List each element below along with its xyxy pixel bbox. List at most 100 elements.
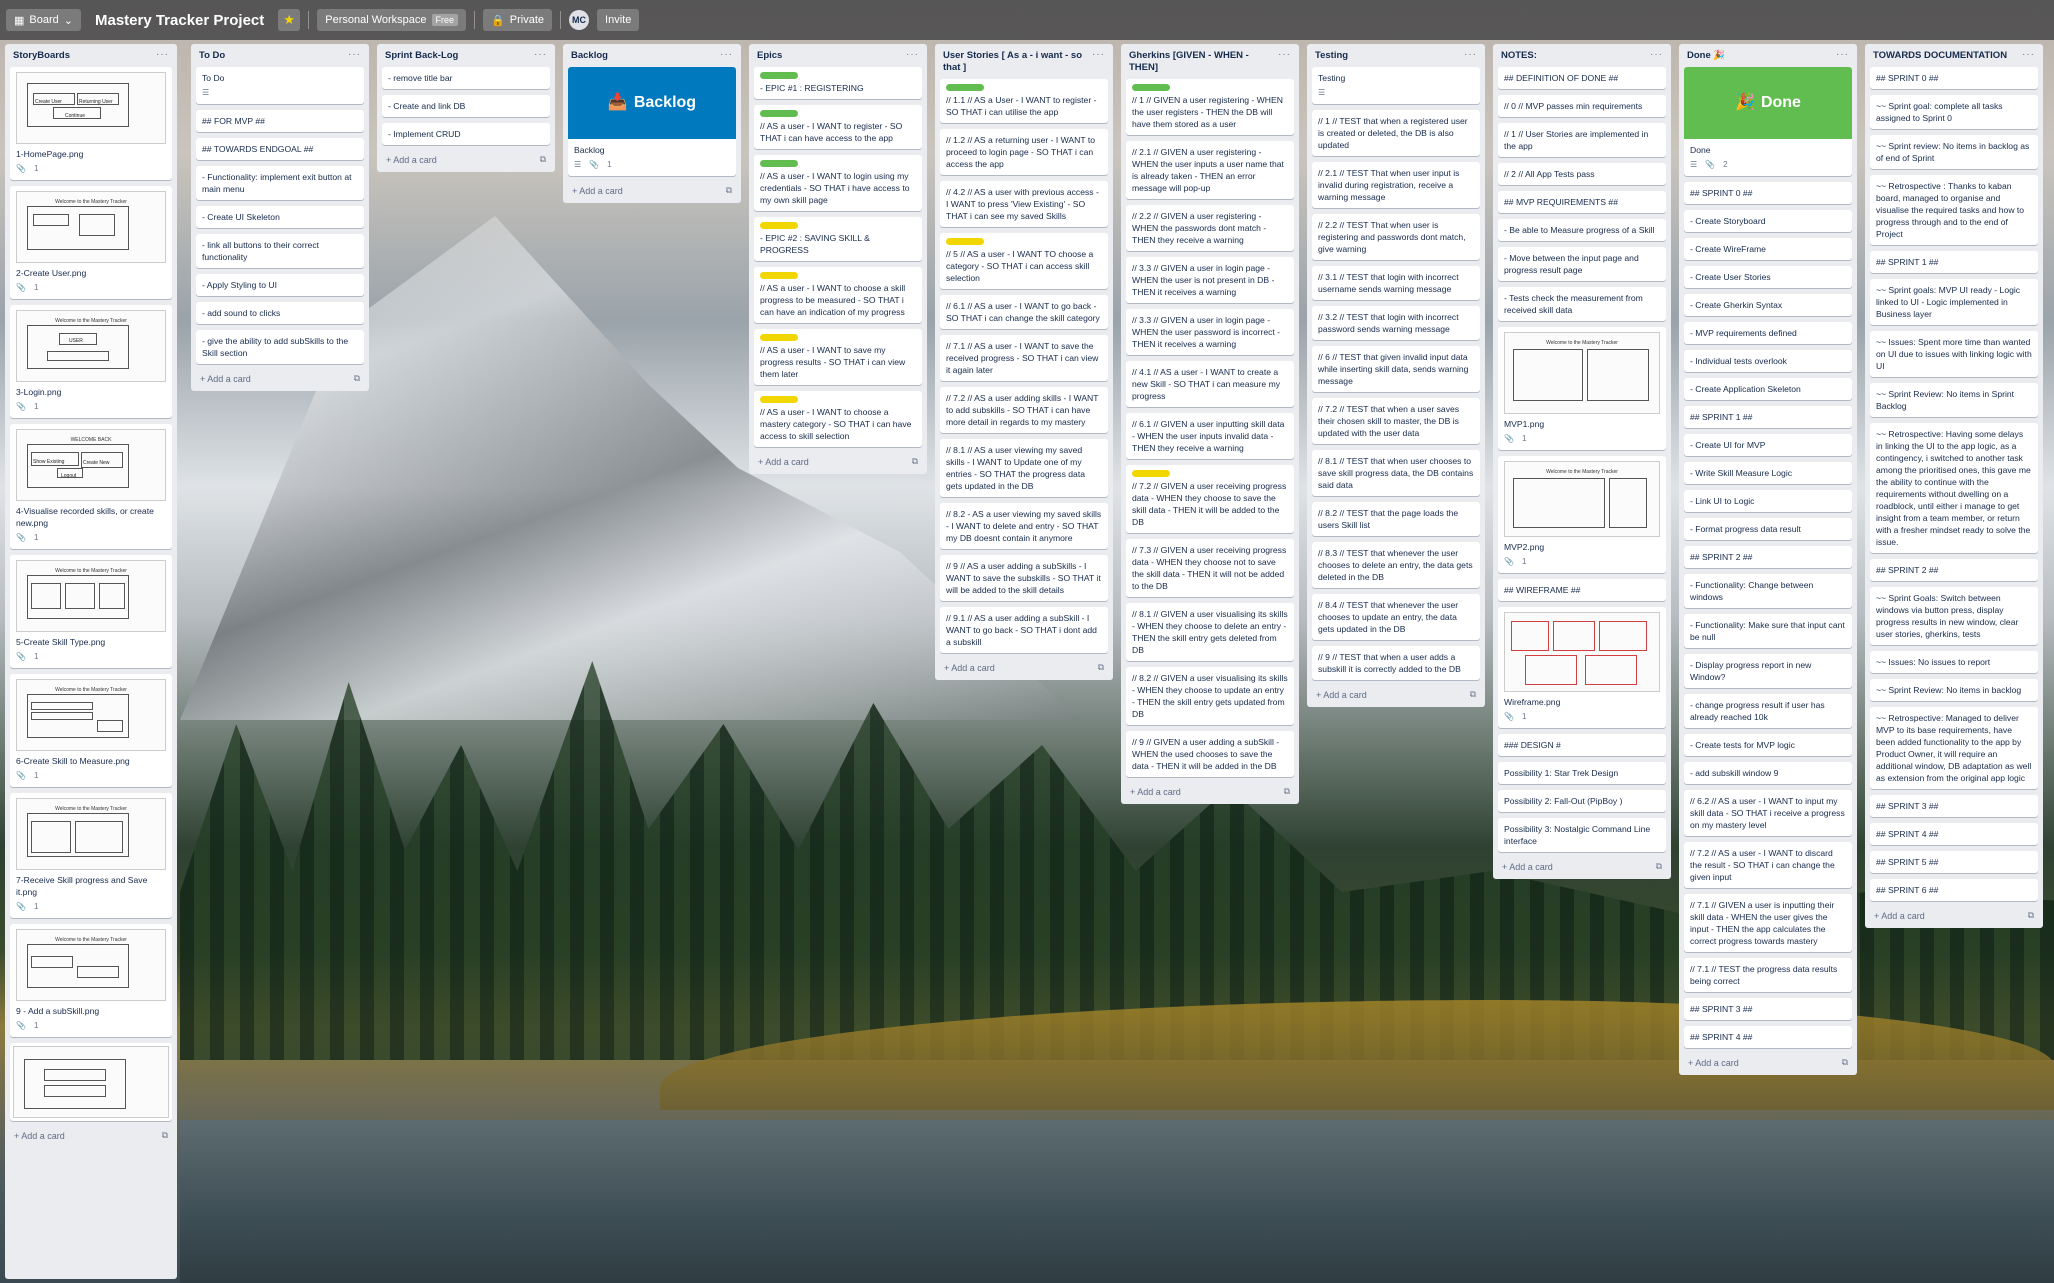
list-card[interactable]: // 7.1 // TEST the progress data results… xyxy=(1684,958,1852,992)
list-card[interactable]: ~~ Sprint goals: MVP UI ready - Logic li… xyxy=(1870,279,2038,325)
list-card[interactable]: - Create User Stories xyxy=(1684,266,1852,288)
list-card[interactable]: - link all buttons to their correct func… xyxy=(196,234,364,268)
card-template-icon[interactable]: ⧉ xyxy=(1098,662,1104,673)
list-card[interactable]: - Tests check the measurement from recei… xyxy=(1498,287,1666,321)
list-menu-icon[interactable]: ··· xyxy=(348,50,361,60)
list-card[interactable]: ## SPRINT 5 ## xyxy=(1870,851,2038,873)
mvp1-image-card[interactable]: Welcome to the Mastery Tracker MVP1.png … xyxy=(1498,327,1666,450)
list-menu-icon[interactable]: ··· xyxy=(156,50,169,60)
card-template-icon[interactable]: ⧉ xyxy=(1842,1057,1848,1068)
list-menu-icon[interactable]: ··· xyxy=(1464,50,1477,60)
list-card[interactable]: - Display progress report in new Window? xyxy=(1684,654,1852,688)
list-title[interactable]: NOTES: xyxy=(1501,50,1537,62)
card-template-icon[interactable]: ⧉ xyxy=(1470,689,1476,700)
list-card[interactable]: - Create WireFrame xyxy=(1684,238,1852,260)
list-card[interactable]: // 0 // MVP passes min requirements xyxy=(1498,95,1666,117)
card-template-icon[interactable]: ⧉ xyxy=(540,154,546,165)
storyboard-image-card[interactable]: Welcome to the Mastery Tracker 5-Create S… xyxy=(10,555,172,668)
list-menu-icon[interactable]: ··· xyxy=(720,50,733,60)
list-card[interactable]: ### DESIGN # xyxy=(1498,734,1666,756)
list-card[interactable]: // 9 // TEST that when a user adds a sub… xyxy=(1312,646,1480,680)
list-card[interactable]: // 7.2 // TEST that when a user saves th… xyxy=(1312,398,1480,444)
list-card[interactable]: // 1 // GIVEN a user registering - WHEN … xyxy=(1126,79,1294,135)
card-template-icon[interactable]: ⧉ xyxy=(162,1130,168,1141)
list-card[interactable]: // 7.1 // AS a user - I WANT to save the… xyxy=(940,335,1108,381)
list-menu-icon[interactable]: ··· xyxy=(1836,50,1849,60)
list-card[interactable]: // 4.1 // AS a user - I WANT to create a… xyxy=(1126,361,1294,407)
member-avatar[interactable]: MC xyxy=(569,10,590,30)
list-menu-icon[interactable]: ··· xyxy=(1278,50,1291,60)
wireframe-image-card[interactable]: Wireframe.png 📎 1 xyxy=(1498,607,1666,728)
list-title[interactable]: Testing xyxy=(1315,50,1348,62)
list-card[interactable]: - Create Application Skeleton xyxy=(1684,378,1852,400)
list-card[interactable]: // 2.1 // TEST That when user input is i… xyxy=(1312,162,1480,208)
card-template-icon[interactable]: ⧉ xyxy=(2028,910,2034,921)
list-menu-icon[interactable]: ··· xyxy=(534,50,547,60)
list-title[interactable]: Epics xyxy=(757,50,782,62)
list-card[interactable]: // 9 // AS a user adding a subSkills - I… xyxy=(940,555,1108,601)
list-card[interactable]: ## SPRINT 3 ## xyxy=(1870,795,2038,817)
list-card[interactable]: // AS a user - I WANT to choose a skill … xyxy=(754,267,922,323)
add-card-button[interactable]: + Add a card ⧉ xyxy=(1498,858,1666,875)
list-card[interactable]: // 6.1 // GIVEN a user inputting skill d… xyxy=(1126,413,1294,459)
list-card[interactable]: ## MVP REQUIREMENTS ## xyxy=(1498,191,1666,213)
list-card[interactable]: Possibility 3: Nostalgic Command Line in… xyxy=(1498,818,1666,852)
list-card[interactable]: // 2.2 // TEST That when user is registe… xyxy=(1312,214,1480,260)
list-card[interactable]: ## SPRINT 4 ## xyxy=(1684,1026,1852,1048)
list-card[interactable]: - Functionality: Make sure that input ca… xyxy=(1684,614,1852,648)
add-card-button[interactable]: + Add a card ⧉ xyxy=(754,453,922,470)
list-card[interactable]: ## SPRINT 1 ## xyxy=(1870,251,2038,273)
list-card[interactable]: - Create UI for MVP xyxy=(1684,434,1852,456)
list-card[interactable]: - remove title bar xyxy=(382,67,550,89)
mvp2-image-card[interactable]: Welcome to the Mastery Tracker MVP2.png … xyxy=(1498,456,1666,573)
list-card[interactable]: // 3.3 // GIVEN a user in login page - W… xyxy=(1126,257,1294,303)
list-card[interactable]: ## SPRINT 1 ## xyxy=(1684,406,1852,428)
list-card[interactable]: ~~ Sprint goal: complete all tasks assig… xyxy=(1870,95,2038,129)
list-card[interactable]: Possibility 2: Fall-Out (PipBoy ) xyxy=(1498,790,1666,812)
list-card[interactable]: - change progress result if user has alr… xyxy=(1684,694,1852,728)
list-card[interactable]: ~~ Issues: No issues to report xyxy=(1870,651,2038,673)
list-card[interactable]: // 8.2 // TEST that the page loads the u… xyxy=(1312,502,1480,536)
list-card[interactable]: // 6.2 // AS a user - I WANT to input my… xyxy=(1684,790,1852,836)
list-card[interactable]: - Write Skill Measure Logic xyxy=(1684,462,1852,484)
storyboard-image-card[interactable]: Create User Returning User Continue 1-HomeP… xyxy=(10,67,172,180)
board-view-switcher[interactable]: ▦ Board ⌄ xyxy=(6,9,81,31)
list-menu-icon[interactable]: ··· xyxy=(1092,50,1105,60)
list-title[interactable]: To Do xyxy=(199,50,225,62)
list-card[interactable]: - Create Gherkin Syntax xyxy=(1684,294,1852,316)
list-card[interactable]: // 1 // TEST that when a registered user… xyxy=(1312,110,1480,156)
backlog-cover-card[interactable]: 📥 Backlog Backlog ☰ 📎 1 xyxy=(568,67,736,176)
list-card[interactable]: To Do ☰ xyxy=(196,67,364,104)
list-menu-icon[interactable]: ··· xyxy=(2022,50,2035,60)
board-title[interactable]: Mastery Tracker Project xyxy=(89,12,270,29)
add-card-button[interactable]: + Add a card ⧉ xyxy=(196,370,364,387)
list-card[interactable]: // 6 // TEST that given invalid input da… xyxy=(1312,346,1480,392)
list-card[interactable]: // 7.3 // GIVEN a user receiving progres… xyxy=(1126,539,1294,597)
list-card[interactable]: // 8.1 // GIVEN a user visualising its s… xyxy=(1126,603,1294,661)
list-card[interactable]: // 8.2 - AS a user viewing my saved skil… xyxy=(940,503,1108,549)
list-card[interactable]: // 2.1 // GIVEN a user registering - WHE… xyxy=(1126,141,1294,199)
add-card-button[interactable]: + Add a card ⧉ xyxy=(10,1127,172,1144)
list-card[interactable]: - Format progress data result xyxy=(1684,518,1852,540)
list-card[interactable]: - EPIC #2 : SAVING SKILL & PROGRESS xyxy=(754,217,922,261)
list-card-partial[interactable] xyxy=(10,1043,172,1121)
list-card[interactable]: - EPIC #1 : REGISTERING xyxy=(754,67,922,99)
list-card[interactable]: ## WIREFRAME ## xyxy=(1498,579,1666,601)
list-card[interactable]: ## SPRINT 2 ## xyxy=(1870,559,2038,581)
list-card[interactable]: ~~ Retrospective: Managed to deliver MVP… xyxy=(1870,707,2038,789)
add-card-button[interactable]: + Add a card ⧉ xyxy=(382,151,550,168)
visibility-button[interactable]: 🔒 Private xyxy=(483,9,553,31)
list-card[interactable]: ~~ Sprint Review: No items in Sprint Bac… xyxy=(1870,383,2038,417)
list-card[interactable]: - Create and link DB xyxy=(382,95,550,117)
list-card[interactable]: - add sound to clicks xyxy=(196,302,364,324)
list-card[interactable]: // 6.1 // AS a user - I WANT to go back … xyxy=(940,295,1108,329)
list-card[interactable]: // 8.2 // GIVEN a user visualising its s… xyxy=(1126,667,1294,725)
list-title[interactable]: Sprint Back-Log xyxy=(385,50,458,62)
card-template-icon[interactable]: ⧉ xyxy=(1656,861,1662,872)
list-card[interactable]: - Create UI Skeleton xyxy=(196,206,364,228)
add-card-button[interactable]: + Add a card ⧉ xyxy=(568,182,736,199)
list-card[interactable]: ## SPRINT 2 ## xyxy=(1684,546,1852,568)
add-card-button[interactable]: + Add a card ⧉ xyxy=(940,659,1108,676)
list-card[interactable]: // 7.2 // GIVEN a user receiving progres… xyxy=(1126,465,1294,533)
list-card[interactable]: // 9 // GIVEN a user adding a subSkill -… xyxy=(1126,731,1294,777)
